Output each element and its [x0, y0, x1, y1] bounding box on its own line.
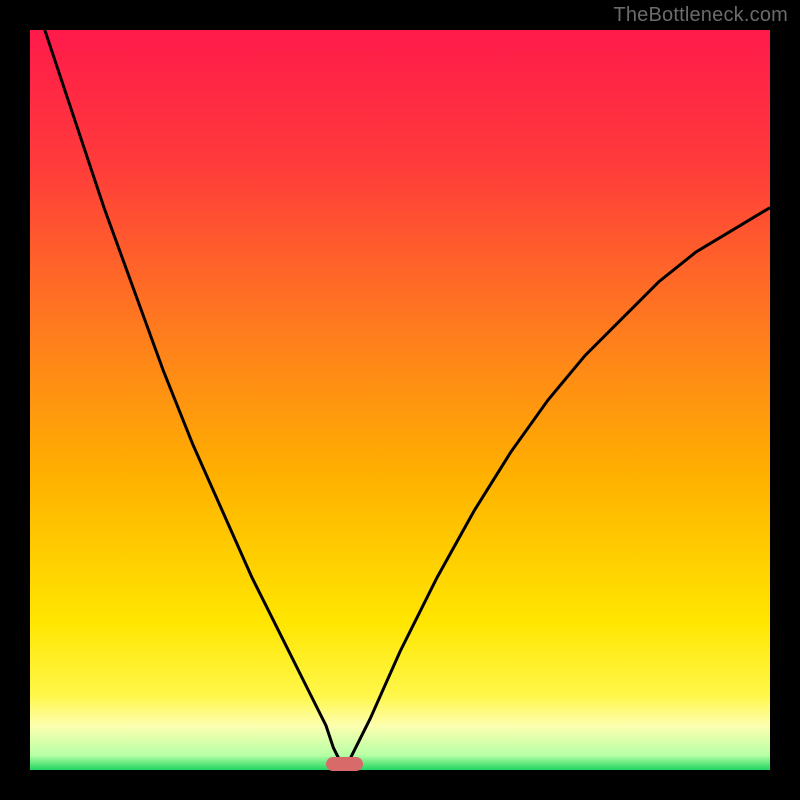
plot-area [30, 30, 770, 770]
curve-right-branch [348, 208, 770, 763]
optimal-marker [326, 757, 363, 771]
curve-left-branch [45, 30, 341, 763]
outer-frame: TheBottleneck.com [0, 0, 800, 800]
bottleneck-curve [30, 30, 770, 770]
watermark-text: TheBottleneck.com [613, 4, 788, 27]
